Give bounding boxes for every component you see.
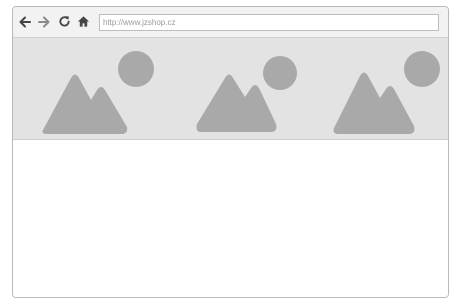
- image-placeholder-icon: [196, 56, 297, 132]
- home-icon: [77, 16, 90, 27]
- reload-icon: [59, 16, 70, 27]
- reload-button[interactable]: [56, 13, 73, 30]
- browser-toolbar: http://www.jzshop.cz: [13, 7, 448, 38]
- page-content-area: [13, 140, 448, 297]
- arrow-right-icon: [37, 16, 49, 27]
- image-placeholder: [37, 38, 167, 140]
- image-placeholder-icon: [42, 51, 154, 134]
- forward-button[interactable]: [35, 13, 52, 30]
- back-button[interactable]: [16, 13, 33, 30]
- image-placeholder-icon: [333, 51, 440, 134]
- url-text: http://www.jzshop.cz: [103, 18, 176, 27]
- image-placeholder: [191, 38, 321, 140]
- arrow-left-icon: [19, 16, 31, 27]
- browser-window: http://www.jzshop.cz: [12, 6, 449, 298]
- home-button[interactable]: [75, 13, 92, 30]
- image-banner: [13, 38, 448, 140]
- image-placeholder: [328, 38, 448, 140]
- address-bar[interactable]: http://www.jzshop.cz: [99, 14, 439, 31]
